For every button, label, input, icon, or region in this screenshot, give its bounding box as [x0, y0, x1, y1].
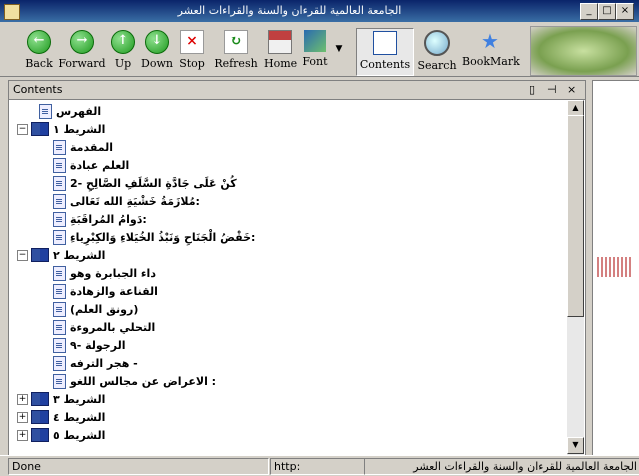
stop-button[interactable]: × Stop — [176, 28, 208, 74]
expand-icon[interactable]: + — [17, 429, 28, 441]
page-icon — [53, 139, 66, 155]
search-icon — [424, 30, 450, 56]
tree-node[interactable]: + الشريط ٤ — [17, 408, 105, 426]
contents-icon — [373, 31, 397, 55]
refresh-icon: ↻ — [224, 30, 248, 54]
page-icon — [53, 283, 66, 299]
bookmark-button[interactable]: ★ BookMark — [462, 28, 520, 74]
tree-item[interactable]: مُلازَمَةُ خَشْيَةِ الله تَعَالى: — [53, 192, 200, 210]
tree-item[interactable]: دَوامُ المُراقَبَةِ: — [53, 210, 147, 228]
tree-item[interactable]: الفهرس — [39, 102, 101, 120]
page-icon — [53, 229, 66, 245]
pane-menu-icon[interactable]: ▯ — [529, 83, 535, 96]
content-view-pane — [592, 80, 639, 456]
maximize-button[interactable]: □ — [598, 3, 616, 20]
scroll-thumb[interactable] — [567, 115, 584, 317]
status-right: الجامعة العالمية للقرءان والسنة والقراءا… — [364, 458, 639, 475]
search-button[interactable]: Search — [416, 28, 458, 74]
down-arrow-icon: ↓ — [145, 30, 169, 54]
logo — [530, 26, 637, 76]
tree-node[interactable]: − الشريط ٢ — [17, 246, 105, 264]
tree-item[interactable]: داء الجبابرة وهو — [53, 264, 156, 282]
tree-item[interactable]: العلم عبادة — [53, 156, 129, 174]
collapse-icon[interactable]: − — [17, 249, 28, 261]
open-book-icon — [31, 122, 49, 136]
vertical-scrollbar[interactable]: ▲ ▼ — [567, 100, 584, 455]
pane-header: Contents ▯ ⊣ × — [9, 81, 585, 100]
tree-item[interactable]: الاعراض عن مجالس اللغو : — [53, 372, 216, 390]
refresh-button[interactable]: ↻ Refresh — [212, 28, 260, 74]
scroll-down-icon[interactable]: ▼ — [567, 437, 584, 454]
tree-item[interactable]: التحلي بالمروءة — [53, 318, 155, 336]
stop-icon: × — [180, 30, 204, 54]
tree-node[interactable]: + الشريط ٣ — [17, 390, 105, 408]
contents-pane: Contents ▯ ⊣ × الفهرس − الشريط ١ المقدمة… — [8, 80, 586, 456]
page-icon — [53, 265, 66, 281]
chevron-down-icon: ▼ — [335, 44, 343, 54]
tree-node[interactable]: + الشريط ٥ — [17, 426, 105, 444]
tree-item[interactable]: (رونق العلم) — [53, 300, 138, 318]
forward-arrow-icon: → — [70, 30, 94, 54]
contents-button[interactable]: Contents — [356, 28, 414, 76]
toolbar: ← Back → Forward ↑ Up ↓ Down × Stop ↻ Re… — [0, 24, 639, 77]
back-button[interactable]: ← Back — [20, 28, 58, 74]
page-thumbnail — [597, 257, 633, 277]
closed-book-icon — [31, 410, 49, 424]
tree-node[interactable]: − الشريط ١ — [17, 120, 105, 138]
collapse-icon[interactable]: − — [17, 123, 28, 135]
font-icon — [304, 30, 326, 52]
contents-tree: الفهرس − الشريط ١ المقدمة العلم عبادة كُ… — [9, 100, 567, 455]
closed-book-icon — [31, 428, 49, 442]
page-icon — [53, 373, 66, 389]
closed-book-icon — [31, 392, 49, 406]
page-icon — [53, 157, 66, 173]
pane-title: Contents — [13, 83, 63, 96]
bookmark-star-icon: ★ — [481, 29, 499, 53]
back-arrow-icon: ← — [27, 30, 51, 54]
page-icon — [53, 355, 66, 371]
page-icon — [53, 301, 66, 317]
tree-item[interactable]: القناعة والزهادة — [53, 282, 158, 300]
status-bar: Done http: الجامعة العالمية للقرءان والس… — [0, 455, 639, 476]
status-url: http: — [270, 458, 365, 475]
expand-icon[interactable]: + — [17, 411, 28, 423]
tree-item[interactable]: هجر الترفه - — [53, 354, 138, 372]
forward-button[interactable]: → Forward — [58, 28, 106, 74]
font-button[interactable]: Font — [300, 28, 330, 74]
status-left: Done — [8, 458, 269, 475]
page-icon — [53, 175, 66, 191]
expand-icon[interactable]: + — [17, 393, 28, 405]
font-dropdown-button[interactable]: ▼ — [333, 28, 345, 74]
home-icon — [268, 30, 292, 54]
page-icon — [53, 319, 66, 335]
page-icon — [39, 103, 52, 119]
tree-item[interactable]: الرجولة -٩ — [53, 336, 125, 354]
close-button[interactable]: × — [616, 3, 634, 20]
page-icon — [53, 211, 66, 227]
minimize-button[interactable]: _ — [580, 3, 598, 20]
home-button[interactable]: Home — [264, 28, 297, 74]
page-icon — [53, 337, 66, 353]
window-title: الجامعة العالمية للقرءان والسنة والقراءا… — [177, 4, 402, 17]
title-bar: الجامعة العالمية للقرءان والسنة والقراءا… — [0, 0, 639, 22]
up-arrow-icon: ↑ — [111, 30, 135, 54]
page-icon — [53, 193, 66, 209]
up-button[interactable]: ↑ Up — [110, 28, 136, 74]
pin-icon[interactable]: ⊣ — [547, 83, 557, 96]
tree-item[interactable]: خَفْضُ الْجَنَاحِ وَنَبْذُ الخُيَلاءِ وَ… — [53, 228, 255, 246]
tree-item[interactable]: كُنْ عَلَى جَادَّةِ السَّلَفِ الصَّالِحِ… — [53, 174, 237, 192]
down-button[interactable]: ↓ Down — [140, 28, 174, 74]
open-book-icon — [31, 248, 49, 262]
tree-item[interactable]: المقدمة — [53, 138, 113, 156]
pane-close-icon[interactable]: × — [567, 83, 576, 96]
